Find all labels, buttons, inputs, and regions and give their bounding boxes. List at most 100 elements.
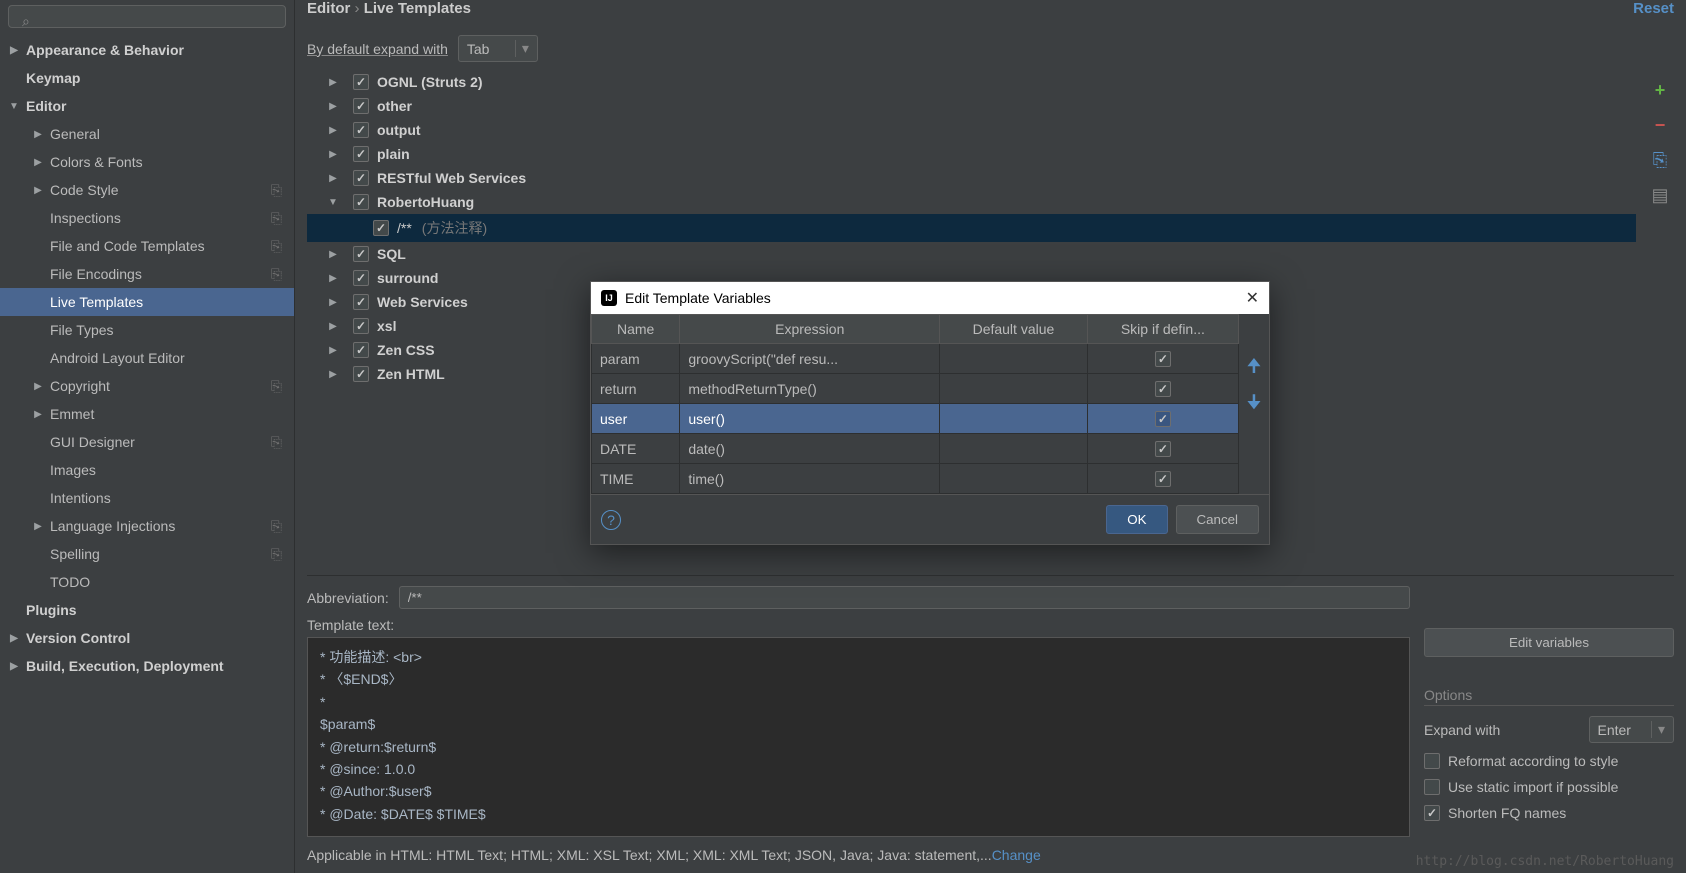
copy-icon[interactable]: ⎘ xyxy=(271,546,282,563)
template-group-sql[interactable]: SQL xyxy=(307,242,1636,266)
move-up-icon[interactable]: 🠉 xyxy=(1247,354,1262,384)
table-row[interactable]: TIMEtime() xyxy=(592,464,1239,494)
sidebar-item-build-execution-deployment[interactable]: Build, Execution, Deployment xyxy=(0,652,294,680)
group-checkbox[interactable] xyxy=(353,366,369,382)
col-skip[interactable]: Skip if defin... xyxy=(1087,315,1238,344)
cell-expression[interactable]: groovyScript("def resu... xyxy=(680,344,940,374)
template-group-restful-web-services[interactable]: RESTful Web Services xyxy=(307,166,1636,190)
skip-checkbox[interactable] xyxy=(1155,441,1171,457)
cell-expression[interactable]: user() xyxy=(680,404,940,434)
copy-icon[interactable]: ⎘ xyxy=(271,378,282,395)
copy-icon[interactable]: ⎘ xyxy=(1653,150,1667,171)
group-checkbox[interactable] xyxy=(353,146,369,162)
copy-icon[interactable]: ⎘ xyxy=(271,518,282,535)
panel-icon[interactable]: ▤ xyxy=(1651,185,1668,206)
skip-checkbox[interactable] xyxy=(1155,351,1171,367)
sidebar-item-appearance-behavior[interactable]: Appearance & Behavior xyxy=(0,36,294,64)
sidebar-item-intentions[interactable]: Intentions xyxy=(0,484,294,512)
cell-name[interactable]: param xyxy=(592,344,680,374)
table-row[interactable]: paramgroovyScript("def resu... xyxy=(592,344,1239,374)
template-group-robertohuang[interactable]: RobertoHuang xyxy=(307,190,1636,214)
sidebar-item-code-style[interactable]: Code Style⎘ xyxy=(0,176,294,204)
group-checkbox[interactable] xyxy=(353,98,369,114)
group-checkbox[interactable] xyxy=(353,342,369,358)
copy-icon[interactable]: ⎘ xyxy=(271,182,282,199)
template-text-editor[interactable]: * 功能描述: <br> * 〈$END$〉 * $param$ * @retu… xyxy=(307,637,1410,837)
cell-default[interactable] xyxy=(940,434,1088,464)
add-icon[interactable]: + xyxy=(1655,80,1666,101)
copy-icon[interactable]: ⎘ xyxy=(271,266,282,283)
cell-default[interactable] xyxy=(940,464,1088,494)
table-row[interactable]: returnmethodReturnType() xyxy=(592,374,1239,404)
cell-name[interactable]: user xyxy=(592,404,680,434)
skip-checkbox[interactable] xyxy=(1155,471,1171,487)
remove-icon[interactable]: − xyxy=(1655,115,1666,136)
sidebar-item-emmet[interactable]: Emmet xyxy=(0,400,294,428)
table-row[interactable]: DATEdate() xyxy=(592,434,1239,464)
col-expression[interactable]: Expression xyxy=(680,315,940,344)
template-group-plain[interactable]: plain xyxy=(307,142,1636,166)
sidebar-item-language-injections[interactable]: Language Injections⎘ xyxy=(0,512,294,540)
reset-link[interactable]: Reset xyxy=(1633,0,1674,17)
group-checkbox[interactable] xyxy=(353,270,369,286)
sidebar-item-keymap[interactable]: Keymap xyxy=(0,64,294,92)
reformat-checkbox[interactable] xyxy=(1424,753,1440,769)
cell-skip[interactable] xyxy=(1087,434,1238,464)
group-checkbox[interactable] xyxy=(353,170,369,186)
search-input[interactable] xyxy=(8,5,286,28)
cell-default[interactable] xyxy=(940,344,1088,374)
sidebar-item-android-layout-editor[interactable]: Android Layout Editor xyxy=(0,344,294,372)
cell-skip[interactable] xyxy=(1087,404,1238,434)
cell-skip[interactable] xyxy=(1087,344,1238,374)
sidebar-item-general[interactable]: General xyxy=(0,120,294,148)
ok-button[interactable]: OK xyxy=(1106,505,1167,534)
cell-expression[interactable]: time() xyxy=(680,464,940,494)
col-name[interactable]: Name xyxy=(592,315,680,344)
cell-name[interactable]: TIME xyxy=(592,464,680,494)
abbr-input[interactable] xyxy=(399,586,1410,609)
template-leaf[interactable]: /** (方法注释) xyxy=(307,214,1636,242)
edit-variables-button[interactable]: Edit variables xyxy=(1424,628,1674,657)
expand-with-select[interactable]: Enter ▾ xyxy=(1589,716,1675,743)
sidebar-item-inspections[interactable]: Inspections⎘ xyxy=(0,204,294,232)
shorten-checkbox[interactable] xyxy=(1424,805,1440,821)
cell-default[interactable] xyxy=(940,404,1088,434)
copy-icon[interactable]: ⎘ xyxy=(271,210,282,227)
sidebar-item-colors-fonts[interactable]: Colors & Fonts xyxy=(0,148,294,176)
template-group-other[interactable]: other xyxy=(307,94,1636,118)
sidebar-item-todo[interactable]: TODO xyxy=(0,568,294,596)
sidebar-item-file-and-code-templates[interactable]: File and Code Templates⎘ xyxy=(0,232,294,260)
move-down-icon[interactable]: 🠋 xyxy=(1247,390,1262,420)
group-checkbox[interactable] xyxy=(353,122,369,138)
help-icon[interactable]: ? xyxy=(601,510,621,530)
leaf-checkbox[interactable] xyxy=(373,220,389,236)
sidebar-item-copyright[interactable]: Copyright⎘ xyxy=(0,372,294,400)
cell-name[interactable]: DATE xyxy=(592,434,680,464)
expand-select[interactable]: Tab ▾ xyxy=(458,35,538,62)
sidebar-item-file-types[interactable]: File Types xyxy=(0,316,294,344)
static-import-checkbox[interactable] xyxy=(1424,779,1440,795)
copy-icon[interactable]: ⎘ xyxy=(271,238,282,255)
cell-default[interactable] xyxy=(940,374,1088,404)
cancel-button[interactable]: Cancel xyxy=(1176,505,1260,534)
group-checkbox[interactable] xyxy=(353,194,369,210)
group-checkbox[interactable] xyxy=(353,294,369,310)
dialog-titlebar[interactable]: IJ Edit Template Variables ✕ xyxy=(591,282,1269,314)
sidebar-item-gui-designer[interactable]: GUI Designer⎘ xyxy=(0,428,294,456)
sidebar-item-spelling[interactable]: Spelling⎘ xyxy=(0,540,294,568)
template-group-ognl-struts-2-[interactable]: OGNL (Struts 2) xyxy=(307,70,1636,94)
skip-checkbox[interactable] xyxy=(1155,411,1171,427)
change-link[interactable]: Change xyxy=(992,847,1041,863)
group-checkbox[interactable] xyxy=(353,318,369,334)
group-checkbox[interactable] xyxy=(353,246,369,262)
sidebar-item-version-control[interactable]: Version Control xyxy=(0,624,294,652)
template-group-output[interactable]: output xyxy=(307,118,1636,142)
cell-expression[interactable]: date() xyxy=(680,434,940,464)
table-row[interactable]: useruser() xyxy=(592,404,1239,434)
group-checkbox[interactable] xyxy=(353,74,369,90)
col-default[interactable]: Default value xyxy=(940,315,1088,344)
copy-icon[interactable]: ⎘ xyxy=(271,434,282,451)
cell-expression[interactable]: methodReturnType() xyxy=(680,374,940,404)
cell-name[interactable]: return xyxy=(592,374,680,404)
breadcrumb-editor[interactable]: Editor xyxy=(307,0,350,17)
